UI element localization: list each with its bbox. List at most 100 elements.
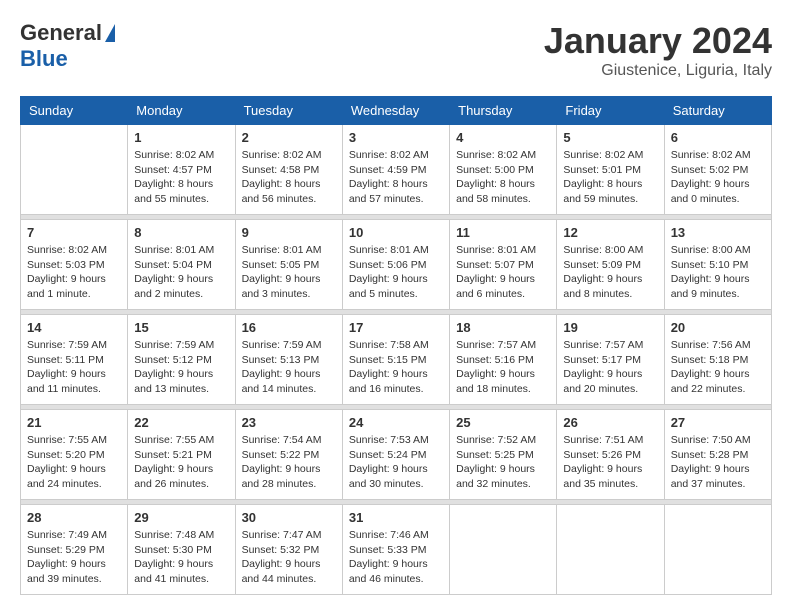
calendar-cell: 2 Sunrise: 8:02 AMSunset: 4:58 PMDaylight…	[235, 125, 342, 215]
day-number: 21	[27, 415, 121, 430]
day-info: Sunrise: 8:02 AMSunset: 4:57 PMDaylight:…	[134, 148, 228, 207]
header-wednesday: Wednesday	[342, 97, 449, 125]
week-row-3: 14 Sunrise: 7:59 AMSunset: 5:11 PMDayligh…	[21, 315, 772, 405]
day-number: 14	[27, 320, 121, 335]
calendar-cell: 13 Sunrise: 8:00 AMSunset: 5:10 PMDayligh…	[664, 220, 771, 310]
day-number: 17	[349, 320, 443, 335]
day-number: 10	[349, 225, 443, 240]
day-number: 5	[563, 130, 657, 145]
day-number: 15	[134, 320, 228, 335]
day-info: Sunrise: 8:02 AMSunset: 5:00 PMDaylight:…	[456, 148, 550, 207]
calendar-cell: 1 Sunrise: 8:02 AMSunset: 4:57 PMDaylight…	[128, 125, 235, 215]
day-number: 27	[671, 415, 765, 430]
day-info: Sunrise: 7:59 AMSunset: 5:13 PMDaylight:…	[242, 338, 336, 397]
day-number: 18	[456, 320, 550, 335]
day-number: 20	[671, 320, 765, 335]
day-info: Sunrise: 7:53 AMSunset: 5:24 PMDaylight:…	[349, 433, 443, 492]
day-info: Sunrise: 7:57 AMSunset: 5:17 PMDaylight:…	[563, 338, 657, 397]
day-info: Sunrise: 7:56 AMSunset: 5:18 PMDaylight:…	[671, 338, 765, 397]
day-info: Sunrise: 8:01 AMSunset: 5:05 PMDaylight:…	[242, 243, 336, 302]
day-number: 25	[456, 415, 550, 430]
day-info: Sunrise: 8:00 AMSunset: 5:10 PMDaylight:…	[671, 243, 765, 302]
week-row-4: 21 Sunrise: 7:55 AMSunset: 5:20 PMDayligh…	[21, 410, 772, 500]
calendar-cell	[557, 505, 664, 595]
day-info: Sunrise: 7:49 AMSunset: 5:29 PMDaylight:…	[27, 528, 121, 587]
day-number: 1	[134, 130, 228, 145]
day-info: Sunrise: 7:55 AMSunset: 5:21 PMDaylight:…	[134, 433, 228, 492]
calendar-cell: 7 Sunrise: 8:02 AMSunset: 5:03 PMDaylight…	[21, 220, 128, 310]
calendar-cell: 23Sunrise: 7:54 AMSunset: 5:22 PMDayligh…	[235, 410, 342, 500]
calendar-cell: 29 Sunrise: 7:48 AMSunset: 5:30 PMDayligh…	[128, 505, 235, 595]
logo-blue-text: Blue	[20, 46, 68, 71]
day-number: 19	[563, 320, 657, 335]
location-text: Giustenice, Liguria, Italy	[544, 62, 772, 80]
day-info: Sunrise: 8:01 AMSunset: 5:04 PMDaylight:…	[134, 243, 228, 302]
day-info: Sunrise: 7:52 AMSunset: 5:25 PMDaylight:…	[456, 433, 550, 492]
header-friday: Friday	[557, 97, 664, 125]
day-number: 4	[456, 130, 550, 145]
day-info: Sunrise: 7:58 AMSunset: 5:15 PMDaylight:…	[349, 338, 443, 397]
header-monday: Monday	[128, 97, 235, 125]
day-info: Sunrise: 7:59 AMSunset: 5:12 PMDaylight:…	[134, 338, 228, 397]
calendar-table: SundayMondayTuesdayWednesdayThursdayFrid…	[20, 96, 772, 595]
calendar-cell	[21, 125, 128, 215]
day-info: Sunrise: 8:02 AMSunset: 5:02 PMDaylight:…	[671, 148, 765, 207]
calendar-cell: 6Sunrise: 8:02 AMSunset: 5:02 PMDaylight…	[664, 125, 771, 215]
day-info: Sunrise: 8:00 AMSunset: 5:09 PMDaylight:…	[563, 243, 657, 302]
day-info: Sunrise: 7:54 AMSunset: 5:22 PMDaylight:…	[242, 433, 336, 492]
header-tuesday: Tuesday	[235, 97, 342, 125]
calendar-cell: 20 Sunrise: 7:56 AMSunset: 5:18 PMDayligh…	[664, 315, 771, 405]
calendar-cell: 12 Sunrise: 8:00 AMSunset: 5:09 PMDayligh…	[557, 220, 664, 310]
calendar-cell: 27 Sunrise: 7:50 AMSunset: 5:28 PMDayligh…	[664, 410, 771, 500]
calendar-cell: 15 Sunrise: 7:59 AMSunset: 5:12 PMDayligh…	[128, 315, 235, 405]
month-title: January 2024	[544, 20, 772, 62]
day-info: Sunrise: 8:01 AMSunset: 5:07 PMDaylight:…	[456, 243, 550, 302]
logo-triangle-icon	[105, 24, 115, 42]
calendar-cell: 10 Sunrise: 8:01 AMSunset: 5:06 PMDayligh…	[342, 220, 449, 310]
day-info: Sunrise: 7:50 AMSunset: 5:28 PMDaylight:…	[671, 433, 765, 492]
day-info: Sunrise: 7:47 AMSunset: 5:32 PMDaylight:…	[242, 528, 336, 587]
day-number: 11	[456, 225, 550, 240]
calendar-cell: 4 Sunrise: 8:02 AMSunset: 5:00 PMDaylight…	[450, 125, 557, 215]
day-number: 3	[349, 130, 443, 145]
calendar-cell	[664, 505, 771, 595]
day-number: 2	[242, 130, 336, 145]
day-number: 24	[349, 415, 443, 430]
day-info: Sunrise: 7:55 AMSunset: 5:20 PMDaylight:…	[27, 433, 121, 492]
day-info: Sunrise: 7:51 AMSunset: 5:26 PMDaylight:…	[563, 433, 657, 492]
calendar-cell: 18 Sunrise: 7:57 AMSunset: 5:16 PMDayligh…	[450, 315, 557, 405]
day-number: 29	[134, 510, 228, 525]
header-thursday: Thursday	[450, 97, 557, 125]
day-number: 8	[134, 225, 228, 240]
header-saturday: Saturday	[664, 97, 771, 125]
title-area: January 2024 Giustenice, Liguria, Italy	[544, 20, 772, 80]
calendar-cell: 26Sunrise: 7:51 AMSunset: 5:26 PMDayligh…	[557, 410, 664, 500]
day-info: Sunrise: 8:02 AMSunset: 4:59 PMDaylight:…	[349, 148, 443, 207]
day-number: 9	[242, 225, 336, 240]
day-info: Sunrise: 8:01 AMSunset: 5:06 PMDaylight:…	[349, 243, 443, 302]
day-info: Sunrise: 8:02 AMSunset: 4:58 PMDaylight:…	[242, 148, 336, 207]
calendar-cell: 19 Sunrise: 7:57 AMSunset: 5:17 PMDayligh…	[557, 315, 664, 405]
day-info: Sunrise: 7:59 AMSunset: 5:11 PMDaylight:…	[27, 338, 121, 397]
day-info: Sunrise: 7:57 AMSunset: 5:16 PMDaylight:…	[456, 338, 550, 397]
calendar-cell: 9 Sunrise: 8:01 AMSunset: 5:05 PMDaylight…	[235, 220, 342, 310]
day-number: 12	[563, 225, 657, 240]
calendar-cell: 17 Sunrise: 7:58 AMSunset: 5:15 PMDayligh…	[342, 315, 449, 405]
calendar-cell: 16Sunrise: 7:59 AMSunset: 5:13 PMDayligh…	[235, 315, 342, 405]
calendar-cell: 24 Sunrise: 7:53 AMSunset: 5:24 PMDayligh…	[342, 410, 449, 500]
calendar-cell: 3 Sunrise: 8:02 AMSunset: 4:59 PMDaylight…	[342, 125, 449, 215]
day-info: Sunrise: 8:02 AMSunset: 5:03 PMDaylight:…	[27, 243, 121, 302]
day-info: Sunrise: 8:02 AMSunset: 5:01 PMDaylight:…	[563, 148, 657, 207]
logo-general-text: General	[20, 20, 102, 46]
calendar-cell: 25 Sunrise: 7:52 AMSunset: 5:25 PMDayligh…	[450, 410, 557, 500]
calendar-cell: 30Sunrise: 7:47 AMSunset: 5:32 PMDayligh…	[235, 505, 342, 595]
day-number: 31	[349, 510, 443, 525]
calendar-cell: 31Sunrise: 7:46 AMSunset: 5:33 PMDayligh…	[342, 505, 449, 595]
day-number: 7	[27, 225, 121, 240]
day-info: Sunrise: 7:48 AMSunset: 5:30 PMDaylight:…	[134, 528, 228, 587]
day-number: 13	[671, 225, 765, 240]
day-number: 22	[134, 415, 228, 430]
calendar-cell	[450, 505, 557, 595]
calendar-cell: 21 Sunrise: 7:55 AMSunset: 5:20 PMDayligh…	[21, 410, 128, 500]
header-sunday: Sunday	[21, 97, 128, 125]
